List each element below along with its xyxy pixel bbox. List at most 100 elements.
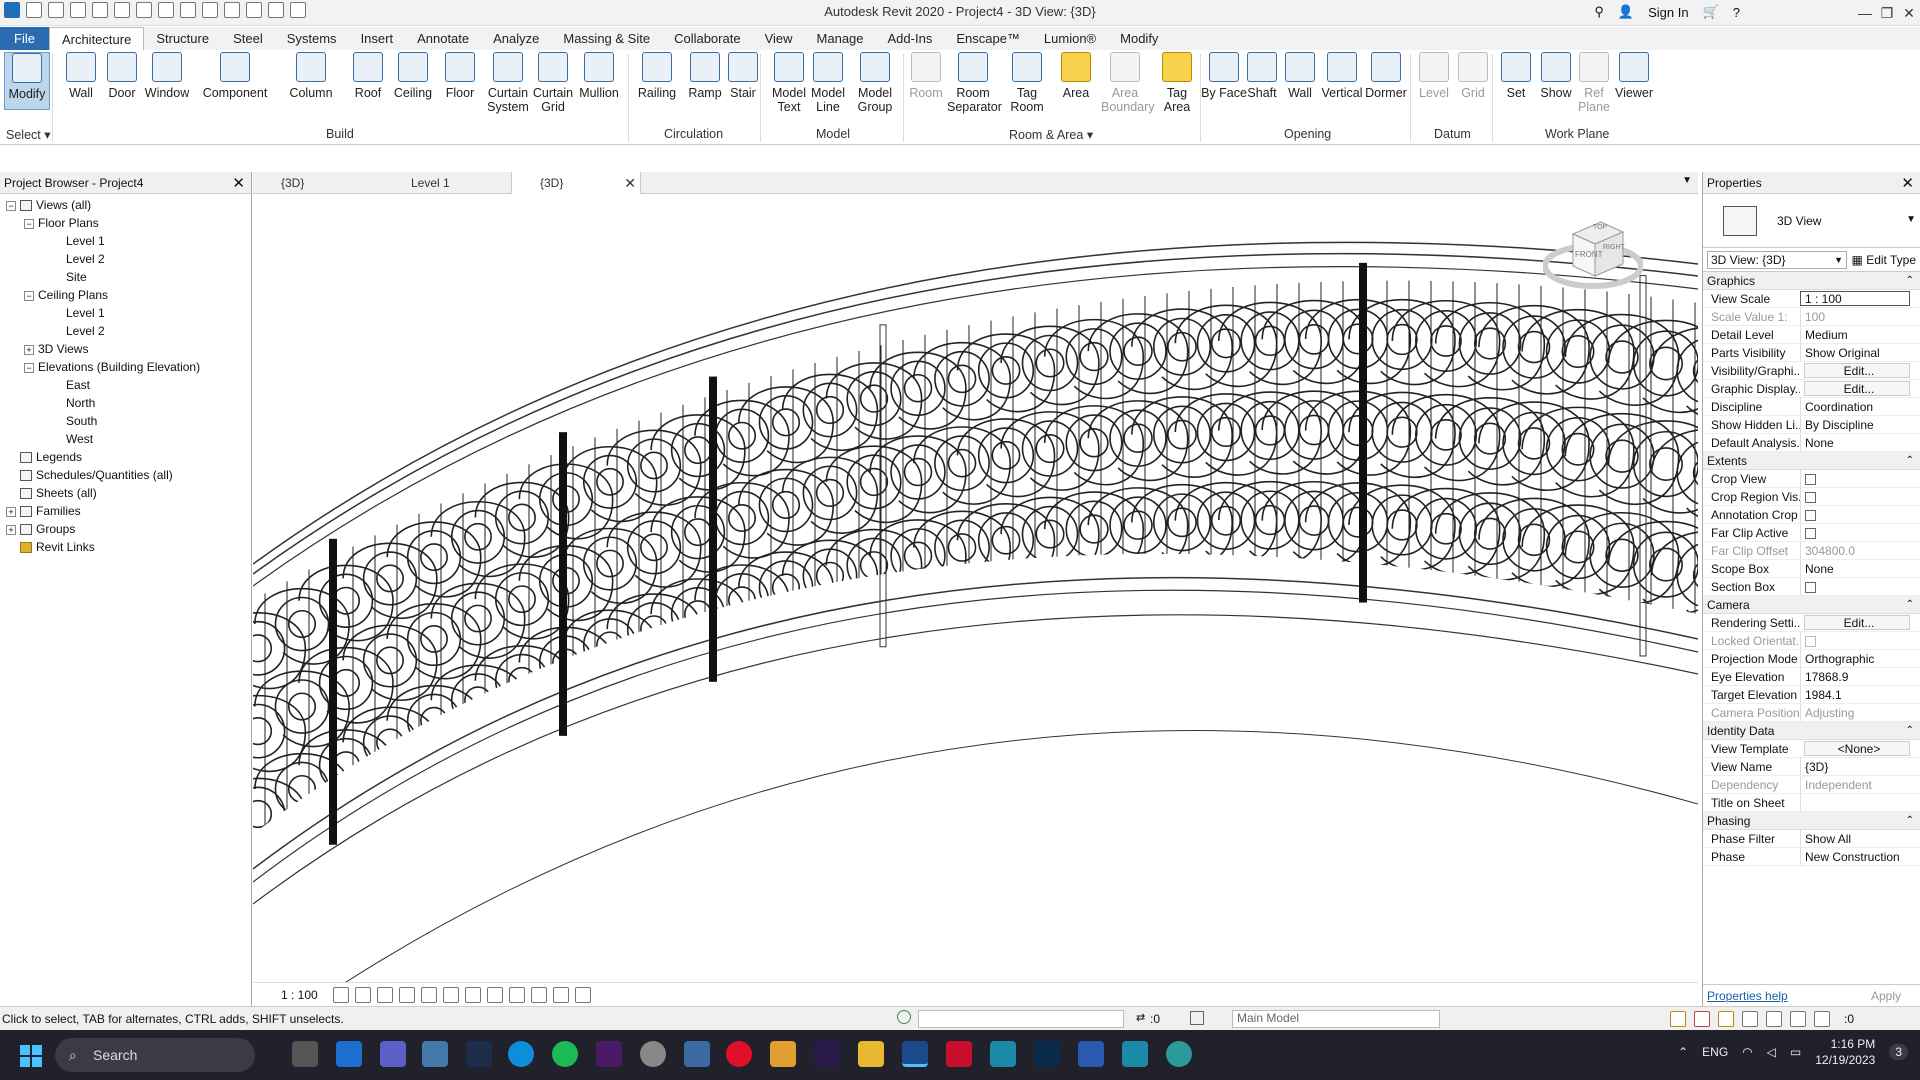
tab-structure[interactable]: Structure [144, 27, 221, 50]
cart-icon[interactable]: 🛒 [1703, 4, 1719, 20]
chevron-down-icon[interactable]: ▼ [1906, 214, 1916, 225]
tree-node-revit-links[interactable]: Revit Links [0, 538, 251, 556]
curtain-grid-button[interactable]: Curtain Grid [529, 52, 577, 114]
close-icon[interactable]: ✕ [1901, 174, 1914, 192]
tree-node-groups[interactable]: + Groups [0, 520, 251, 538]
instance-selector[interactable]: 3D View: {3D} ▼ [1707, 250, 1847, 269]
restore-icon[interactable]: ❐ [1876, 0, 1898, 26]
viewcube[interactable]: TOP FRONT RIGHT [1542, 214, 1644, 294]
tab-architecture[interactable]: Architecture [48, 27, 145, 50]
tab-analyze[interactable]: Analyze [481, 27, 551, 50]
door-button[interactable]: Door [98, 52, 146, 100]
viewcube-right-label[interactable]: RIGHT [1603, 244, 1625, 251]
battery-icon[interactable]: ▭ [1790, 1045, 1801, 1059]
user-icon[interactable]: 👤 [1618, 4, 1634, 20]
app-icon[interactable] [770, 1041, 796, 1067]
file-explorer-icon[interactable] [858, 1041, 884, 1067]
prop-value[interactable]: By Discipline [1800, 416, 1920, 433]
shadows-icon[interactable] [399, 987, 415, 1003]
app-icon[interactable] [684, 1041, 710, 1067]
filter-icon[interactable] [1814, 1011, 1830, 1027]
tag-room-button[interactable]: Tag Room [1003, 52, 1051, 114]
viewer-button[interactable]: Viewer [1610, 52, 1658, 100]
visual-style-icon[interactable] [355, 987, 371, 1003]
3d-view-canvas[interactable]: TOP FRONT RIGHT [253, 194, 1698, 982]
crop-view-checkbox[interactable] [1805, 474, 1816, 486]
photoshop-icon[interactable] [1034, 1041, 1060, 1067]
collapse-icon[interactable]: − [24, 362, 34, 373]
sign-in-link[interactable]: Sign In [1648, 5, 1688, 20]
area-button[interactable]: Area [1052, 52, 1100, 100]
section-extents[interactable]: Extents ⌃ [1703, 452, 1920, 470]
prop-value[interactable]: Show Original [1800, 344, 1920, 361]
sun-path-icon[interactable] [377, 987, 393, 1003]
windows-start-icon[interactable] [20, 1045, 42, 1067]
tree-node-east[interactable]: East [0, 376, 251, 394]
grid-button[interactable]: Grid [1449, 52, 1497, 100]
modify-button[interactable]: Modify [4, 52, 50, 110]
section-identity-data[interactable]: Identity Data ⌃ [1703, 722, 1920, 740]
expand-icon[interactable]: + [24, 344, 34, 355]
spotify-icon[interactable] [552, 1041, 578, 1067]
tree-node-sheets[interactable]: Sheets (all) [0, 484, 251, 502]
prop-value[interactable] [1800, 794, 1920, 811]
edge-icon[interactable] [508, 1041, 534, 1067]
ceiling-button[interactable]: Ceiling [389, 52, 437, 100]
prop-value[interactable]: 17868.9 [1800, 668, 1920, 685]
select-pinned-icon[interactable] [1718, 1011, 1734, 1027]
tree-node-ceiling-plans[interactable]: − Ceiling Plans [0, 286, 251, 304]
clock[interactable]: 1:16 PM 12/19/2023 [1815, 1036, 1875, 1068]
close-icon[interactable]: ✕ [1898, 0, 1920, 26]
collapse-section-icon[interactable]: ⌃ [1906, 722, 1914, 740]
tab-add-ins[interactable]: Add-Ins [876, 27, 945, 50]
view-template-button[interactable]: <None> [1804, 741, 1910, 756]
prop-value[interactable]: Orthographic [1800, 650, 1920, 667]
drag-elements-icon[interactable] [1766, 1011, 1782, 1027]
editing-requests-icon[interactable]: ⇄ [1136, 1011, 1145, 1024]
prop-value[interactable]: 1984.1 [1800, 686, 1920, 703]
language-indicator[interactable]: ENG [1702, 1045, 1728, 1059]
tree-node-north[interactable]: North [0, 394, 251, 412]
binoculars-icon[interactable]: ⚲ [1594, 4, 1604, 20]
lightroom-icon[interactable] [466, 1041, 492, 1067]
apply-button[interactable]: Apply [1871, 989, 1901, 1003]
tab-menu-icon[interactable]: ▼ [1682, 175, 1692, 186]
viewcube-top-label[interactable]: TOP [1593, 224, 1607, 231]
tab-collaborate[interactable]: Collaborate [662, 27, 753, 50]
tab-enscape[interactable]: Enscape™ [944, 27, 1032, 50]
view-tab-3d-inactive[interactable]: {3D} [253, 172, 379, 194]
section-phasing[interactable]: Phasing ⌃ [1703, 812, 1920, 830]
design-options-icon[interactable] [1190, 1011, 1204, 1025]
revit-icon[interactable] [902, 1041, 928, 1067]
close-icon[interactable]: ✕ [232, 174, 245, 192]
autocad-icon[interactable] [946, 1041, 972, 1067]
prop-value[interactable]: None [1800, 434, 1920, 451]
crop-region-checkbox[interactable] [1805, 492, 1816, 504]
section-camera[interactable]: Camera ⌃ [1703, 596, 1920, 614]
component-button[interactable]: Component [200, 52, 270, 100]
teams-icon[interactable] [380, 1041, 406, 1067]
panel-room-area[interactable]: Room & Area ▾ [1009, 127, 1093, 142]
collapse-icon[interactable]: − [6, 200, 16, 211]
chevron-up-icon[interactable]: ⌃ [1678, 1045, 1688, 1059]
task-view-icon[interactable] [292, 1041, 318, 1067]
area-boundary-button[interactable]: Area Boundary [1101, 52, 1155, 114]
dormer-button[interactable]: Dormer [1362, 52, 1410, 100]
after-effects-icon[interactable] [814, 1041, 840, 1067]
lock-view-icon[interactable] [487, 987, 503, 1003]
tab-lumion[interactable]: Lumion® [1032, 27, 1108, 50]
curtain-system-button[interactable]: Curtain System [484, 52, 532, 114]
3dsmax-icon[interactable] [1122, 1041, 1148, 1067]
select-underlay-icon[interactable] [1694, 1011, 1710, 1027]
view-tab-level-1[interactable]: Level 1 [383, 172, 508, 194]
workset-selector[interactable] [918, 1010, 1124, 1028]
tab-insert[interactable]: Insert [349, 27, 406, 50]
app-icon[interactable] [336, 1041, 362, 1067]
prop-value[interactable]: Medium [1800, 326, 1920, 343]
collapse-section-icon[interactable]: ⌃ [1906, 452, 1914, 470]
tab-modify[interactable]: Modify [1108, 27, 1170, 50]
edit-button[interactable]: Edit... [1804, 363, 1910, 378]
collapse-icon[interactable]: − [24, 218, 34, 229]
prop-value[interactable]: Show All [1800, 830, 1920, 847]
prop-value[interactable]: Coordination [1800, 398, 1920, 415]
